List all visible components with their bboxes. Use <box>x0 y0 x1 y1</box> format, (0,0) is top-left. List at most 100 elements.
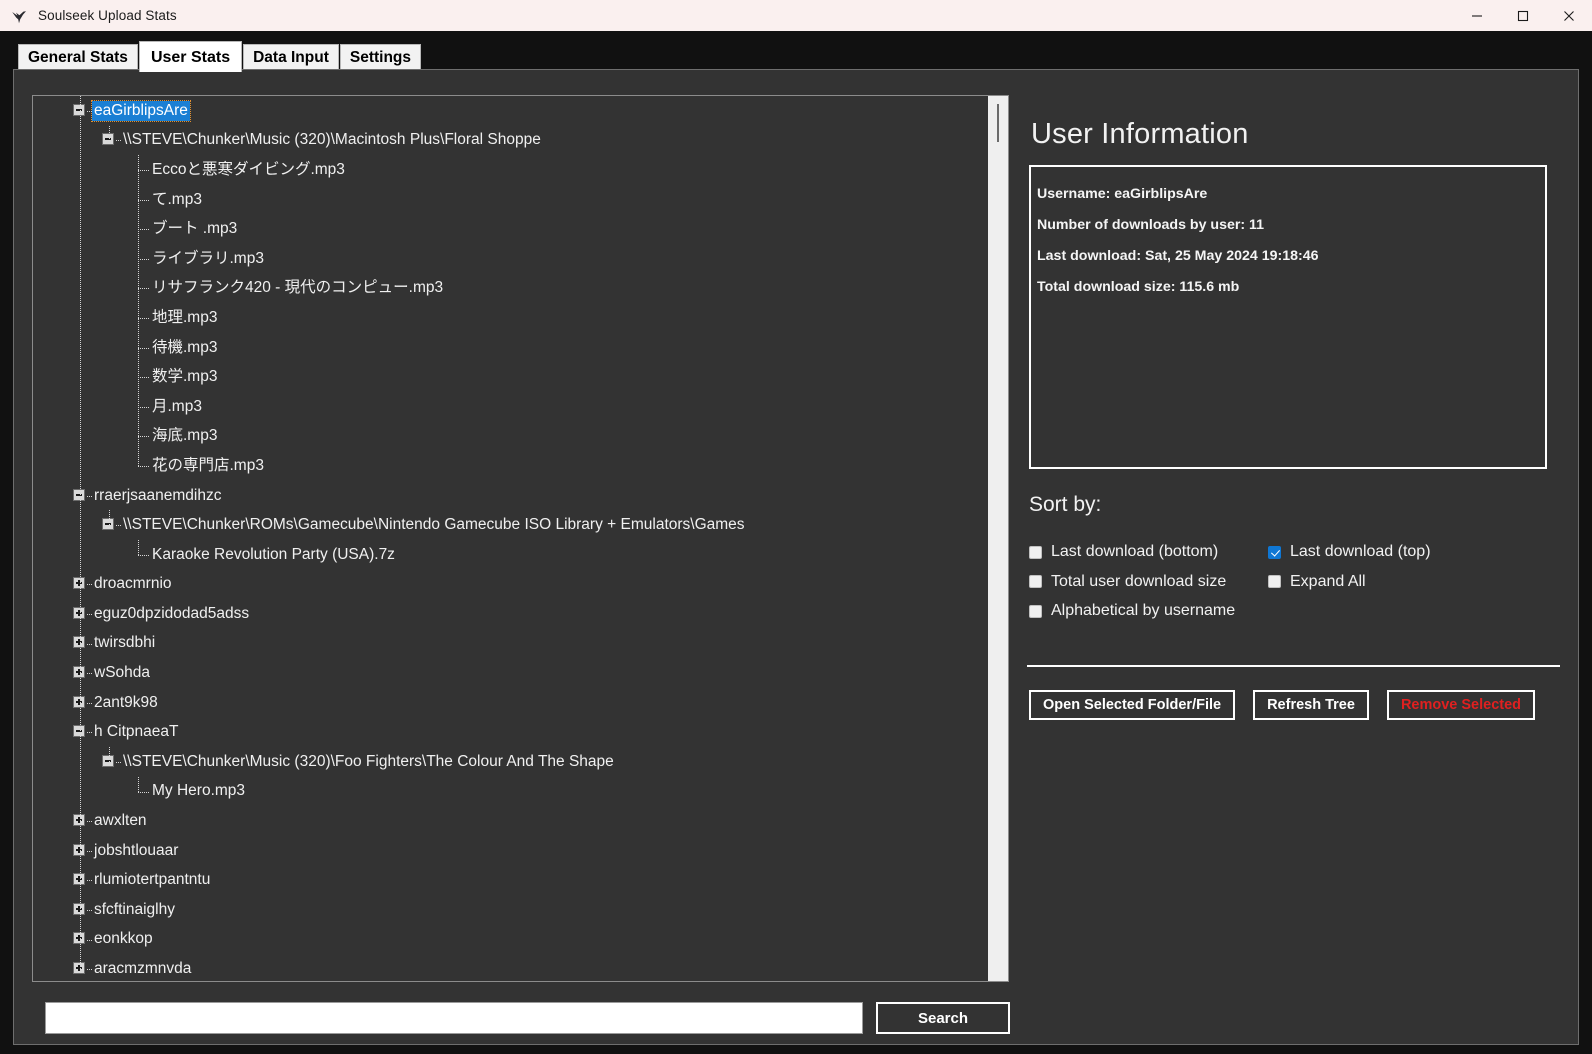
tab-data-input[interactable]: Data Input <box>243 44 339 71</box>
close-icon[interactable] <box>1546 0 1592 31</box>
tree-node-label: ライブラリ.mp3 <box>152 249 264 267</box>
sort-option-alphabetical-by-username[interactable]: Alphabetical by username <box>1029 602 1235 620</box>
tree-expand-icon[interactable] <box>73 814 85 827</box>
tree-node[interactable]: eaGirblipsAre <box>33 96 988 126</box>
tree-node[interactable]: Karaoke Revolution Party (USA).7z <box>33 540 988 570</box>
tree-node[interactable]: リサフランク420 - 現代のコンピュー.mp3 <box>33 274 988 304</box>
sort-option-expand-all[interactable]: Expand All <box>1268 573 1366 591</box>
tree-expand-icon[interactable] <box>73 843 85 856</box>
tree-expand-icon[interactable] <box>73 636 85 649</box>
tree-node-label: sfcftinaiglhy <box>94 900 175 918</box>
open-selected-button[interactable]: Open Selected Folder/File <box>1029 690 1236 720</box>
checkbox-total-user-download-size[interactable] <box>1029 575 1042 588</box>
tree-expand-icon[interactable] <box>73 962 85 975</box>
tree-expand-icon[interactable] <box>73 695 85 708</box>
tree-collapse-icon[interactable] <box>73 488 85 501</box>
tree-node-label: 海底.mp3 <box>152 427 218 445</box>
tree-node-label: droacmrnio <box>94 575 172 593</box>
tree-node-label: eguz0dpzidodad5adss <box>94 604 250 622</box>
tree-collapse-icon[interactable] <box>73 725 85 738</box>
refresh-tree-button[interactable]: Refresh Tree <box>1253 690 1369 720</box>
tree-node-label: awxlten <box>94 812 147 830</box>
tree-node-label: Karaoke Revolution Party (USA).7z <box>152 545 395 563</box>
sort-options-row-3: Alphabetical by username <box>1029 602 1549 632</box>
tree-expand-icon[interactable] <box>73 606 85 619</box>
tree-node[interactable]: jobshtlouaar <box>33 836 988 866</box>
sort-option-label: Last download (top) <box>1290 543 1431 560</box>
tree-node[interactable]: aracmzmnvda <box>33 954 988 981</box>
tree-node[interactable]: \\STEVE\Chunker\Music (320)\Macintosh Pl… <box>33 126 988 156</box>
tree-node[interactable]: eonkkop <box>33 925 988 955</box>
tree-collapse-icon[interactable] <box>102 518 114 531</box>
checkbox-alphabetical-by-username[interactable] <box>1029 604 1042 618</box>
tree-node[interactable]: \\STEVE\Chunker\Music (320)\Foo Fighters… <box>33 747 988 777</box>
tree-node-label: \\STEVE\Chunker\Music (320)\Macintosh Pl… <box>123 131 541 149</box>
tree-node[interactable]: 数学.mp3 <box>33 362 988 392</box>
tree-node[interactable]: sfcftinaiglhy <box>33 895 988 925</box>
action-button-row: Open Selected Folder/File Refresh Tree R… <box>1029 690 1536 720</box>
tab-settings[interactable]: Settings <box>339 44 422 71</box>
tree-collapse-icon[interactable] <box>73 103 85 116</box>
tree-node[interactable]: droacmrnio <box>33 570 988 600</box>
tree-node[interactable]: wSohda <box>33 658 988 688</box>
remove-selected-button[interactable]: Remove Selected <box>1386 690 1536 720</box>
maximize-icon[interactable] <box>1500 0 1546 31</box>
checkbox-last-download-bottom[interactable] <box>1029 545 1042 559</box>
sort-option-last-download-bottom[interactable]: Last download (bottom) <box>1029 543 1218 561</box>
tab-user-stats[interactable]: User Stats <box>138 41 243 72</box>
tree-node[interactable]: 2ant9k98 <box>33 688 988 718</box>
info-username: Username: eaGirblipsAre <box>1037 186 1208 202</box>
user-information-panel: User Information Username: eaGirblipsAre… <box>1014 95 1562 982</box>
sort-options-group: Last download (bottom) Last download (to… <box>1029 543 1549 632</box>
tree-node[interactable]: awxlten <box>33 806 988 836</box>
tree-node[interactable]: 月.mp3 <box>33 392 988 422</box>
tree-node[interactable]: eguz0dpzidodad5adss <box>33 599 988 629</box>
tree-node[interactable]: 地理.mp3 <box>33 303 988 333</box>
tree-node[interactable]: ブート .mp3 <box>33 214 988 244</box>
tree-collapse-icon[interactable] <box>102 133 114 146</box>
tab-general-stats[interactable]: General Stats <box>18 44 138 71</box>
tree-node[interactable]: twirsdbhi <box>33 629 988 659</box>
checkbox-expand-all[interactable] <box>1268 575 1281 588</box>
sort-option-last-download-top[interactable]: Last download (top) <box>1268 543 1431 561</box>
tree-node[interactable]: 待機.mp3 <box>33 333 988 363</box>
tree-expand-icon[interactable] <box>73 873 85 886</box>
tree-node[interactable]: ライブラリ.mp3 <box>33 244 988 274</box>
tree-node-label: \\STEVE\Chunker\Music (320)\Foo Fighters… <box>123 752 614 770</box>
search-input[interactable] <box>45 1002 863 1034</box>
tree-node-label: 花の専門店.mp3 <box>152 456 264 474</box>
tree-node[interactable]: 花の専門店.mp3 <box>33 451 988 481</box>
minimize-icon[interactable] <box>1454 0 1500 31</box>
sort-option-total-user-download-size[interactable]: Total user download size <box>1029 573 1226 591</box>
tree-expand-icon[interactable] <box>73 577 85 590</box>
tree-node-label: eonkkop <box>94 930 153 948</box>
tree-expand-icon[interactable] <box>73 932 85 945</box>
sort-options-row-2: Total user download size Expand All <box>1029 573 1549 603</box>
tree-node-label: 月.mp3 <box>152 397 202 415</box>
tree-scrollbar-thumb[interactable] <box>997 104 999 142</box>
tree-node[interactable]: rlumiotertpantntu <box>33 865 988 895</box>
tree-expand-icon[interactable] <box>73 902 85 915</box>
tree-node[interactable]: \\STEVE\Chunker\ROMs\Gamecube\Nintendo G… <box>33 510 988 540</box>
tree-node[interactable]: h CitpnaeaT <box>33 717 988 747</box>
tree-node-label: \\STEVE\Chunker\ROMs\Gamecube\Nintendo G… <box>123 516 745 534</box>
tree-node[interactable]: て.mp3 <box>33 185 988 215</box>
info-download-count: Number of downloads by user: 11 <box>1037 217 1265 233</box>
tree-node[interactable]: Eccoと悪寒ダイビング.mp3 <box>33 155 988 185</box>
tree-scrollbar[interactable] <box>988 96 1008 981</box>
tree-expand-icon[interactable] <box>73 666 85 679</box>
sort-option-label: Alphabetical by username <box>1051 602 1236 619</box>
tree-node-label: リサフランク420 - 現代のコンピュー.mp3 <box>152 279 444 297</box>
search-button[interactable]: Search <box>876 1002 1010 1034</box>
tree-node[interactable]: 海底.mp3 <box>33 422 988 452</box>
tree-node[interactable]: My Hero.mp3 <box>33 777 988 807</box>
checkbox-last-download-top[interactable] <box>1268 545 1281 559</box>
tree-node-label: wSohda <box>94 664 151 682</box>
tree-node-label: My Hero.mp3 <box>152 782 246 800</box>
tree-collapse-icon[interactable] <box>102 754 114 767</box>
tree-node-label: Eccoと悪寒ダイビング.mp3 <box>152 160 345 178</box>
sort-option-label: Total user download size <box>1051 572 1227 590</box>
tree-node[interactable]: rraerjsaanemdihzc <box>33 481 988 511</box>
tree-node-label: 数学.mp3 <box>152 368 218 386</box>
tree-scroll-area[interactable]: eaGirblipsAre \\STEVE\Chunker\Music (320)… <box>33 96 988 981</box>
